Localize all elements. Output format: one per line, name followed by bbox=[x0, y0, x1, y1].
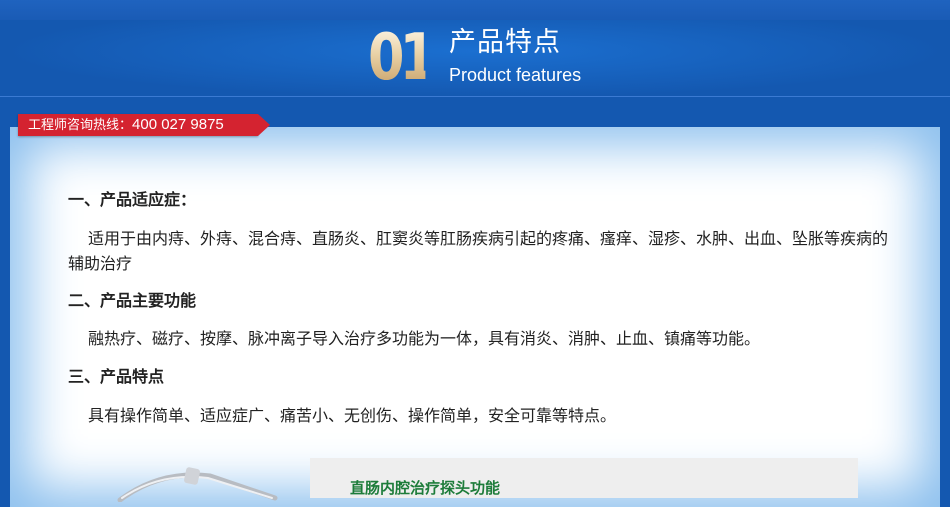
hotline-label: 工程师咨询热线： bbox=[28, 118, 133, 133]
hotline-number: 400 027 9875 bbox=[132, 116, 224, 133]
probe-title: 直肠内腔治疗探头功能 bbox=[350, 479, 501, 497]
probe-image bbox=[117, 467, 278, 502]
section-heading-functions: 二、产品主要功能 bbox=[68, 291, 197, 310]
section-number: 01 bbox=[368, 21, 436, 95]
hotline-banner: 工程师咨询热线：400 027 9875 bbox=[18, 114, 270, 136]
header-divider bbox=[0, 96, 950, 97]
section-text-features: 具有操作简单、适应症广、痛苦小、无创伤、操作简单，安全可靠等特点。 bbox=[88, 406, 617, 425]
content-panel bbox=[10, 127, 940, 507]
section-title-cn: 产品特点 bbox=[449, 27, 561, 58]
section-heading-features: 三、产品特点 bbox=[68, 367, 165, 386]
section-text-indications: 适用于由内痔、外痔、混合痔、直肠炎、肛窦炎等肛肠疾病引起的疼痛、瘙痒、湿疹、水肿… bbox=[68, 229, 889, 273]
top-bar bbox=[0, 0, 950, 21]
section-title-en: Product features bbox=[449, 65, 582, 85]
section-heading-indications: 一、产品适应症： bbox=[68, 190, 197, 209]
section-text-functions: 融热疗、磁疗、按摩、脉冲离子导入治疗多功能为一体，具有消炎、消肿、止血、镇痛等功… bbox=[88, 329, 761, 348]
